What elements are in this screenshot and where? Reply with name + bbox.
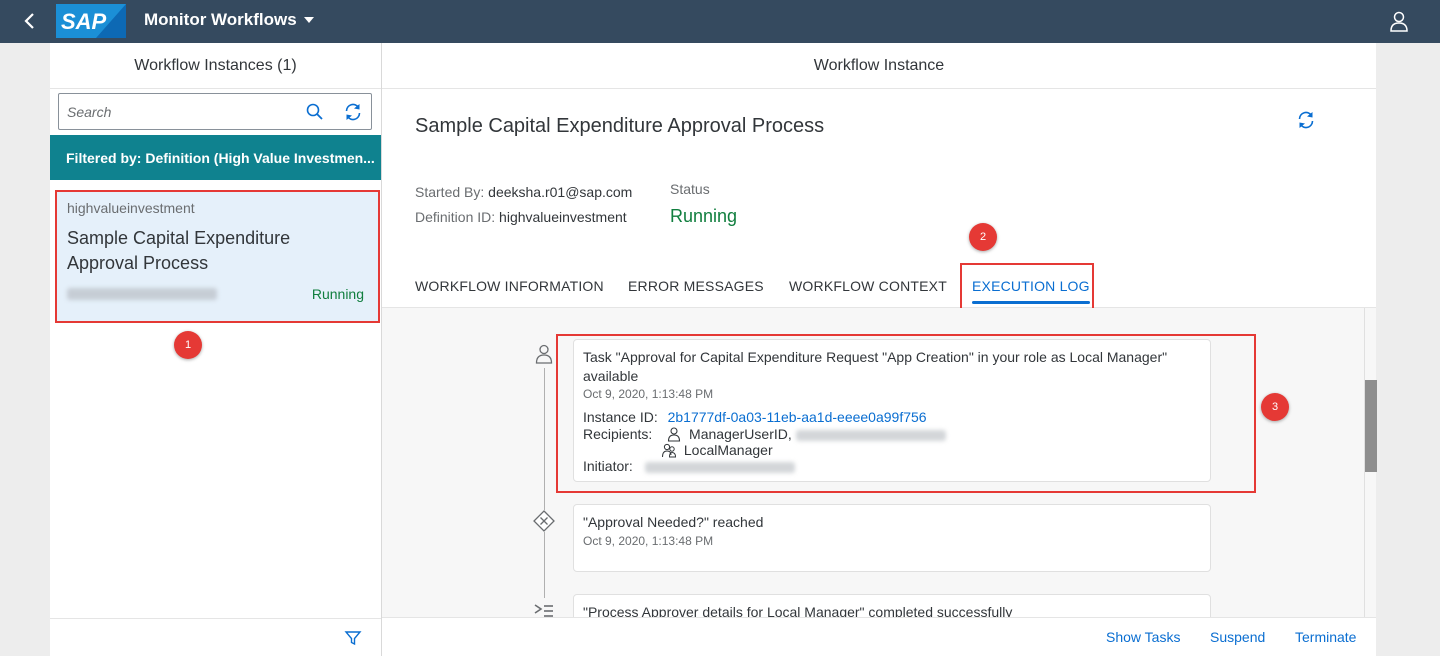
annotation-marker-3: 3	[1261, 393, 1289, 421]
back-arrow-icon[interactable]	[18, 9, 42, 33]
detail-footer: Show Tasks Suspend Terminate	[382, 617, 1376, 656]
master-footer	[50, 618, 381, 656]
master-pane: Workflow Instances (1) Filtered by: Defi…	[50, 43, 382, 656]
scrollbar-thumb[interactable]	[1365, 380, 1377, 472]
refresh-icon[interactable]	[1296, 110, 1316, 130]
search-icon[interactable]	[305, 102, 325, 122]
show-tasks-button[interactable]: Show Tasks	[1106, 629, 1180, 645]
user-icon[interactable]	[1388, 10, 1410, 32]
list-item[interactable]: highvalueinvestment Sample Capital Expen…	[55, 190, 380, 323]
terminate-button[interactable]: Terminate	[1295, 629, 1356, 645]
detail-pane: Workflow Instance Sample Capital Expendi…	[382, 43, 1377, 656]
refresh-icon[interactable]	[343, 102, 363, 122]
user-task-icon	[533, 343, 555, 365]
item-status: Running	[311, 286, 364, 302]
search-input[interactable]	[67, 101, 292, 123]
vertical-scrollbar[interactable]	[1364, 308, 1377, 617]
status-label: Status	[670, 181, 710, 197]
filter-icon[interactable]	[344, 629, 362, 647]
tab-workflow-context[interactable]: WORKFLOW CONTEXT	[789, 264, 947, 308]
item-definition: highvalueinvestment	[67, 200, 195, 216]
shell-bar: SAP Monitor Workflows	[0, 0, 1440, 43]
execution-log: Task "Approval for Capital Expenditure R…	[382, 308, 1364, 617]
definition-value: highvalueinvestment	[499, 209, 627, 225]
chevron-down-icon	[303, 17, 314, 23]
master-header: Workflow Instances (1)	[50, 43, 381, 89]
timeline-line	[544, 368, 545, 598]
started-by: Started By: deeksha.r01@sap.com	[415, 184, 632, 200]
item-redacted-email	[67, 288, 217, 300]
log-entry-card: "Process Approver details for Local Mana…	[573, 594, 1211, 617]
started-by-value: deeksha.r01@sap.com	[488, 184, 633, 200]
started-by-label: Started By:	[415, 184, 485, 200]
search-field[interactable]	[58, 93, 372, 130]
tab-workflow-information[interactable]: WORKFLOW INFORMATION	[415, 264, 604, 308]
sap-logo: SAP	[56, 4, 126, 38]
annotation-marker-2: 2	[969, 223, 997, 251]
log-entry-card: "Approval Needed?" reached Oct 9, 2020, …	[573, 504, 1211, 572]
detail-header: Workflow Instance	[382, 43, 1376, 89]
filter-info-bar[interactable]: Filtered by: Definition (High Value Inve…	[50, 135, 381, 180]
tab-bar: WORKFLOW INFORMATION ERROR MESSAGES WORK…	[382, 264, 1376, 308]
gateway-icon	[533, 510, 555, 532]
log-entry-text: "Process Approver details for Local Mana…	[583, 604, 1013, 617]
suspend-button[interactable]: Suspend	[1210, 629, 1265, 645]
script-task-icon	[533, 601, 555, 617]
log-highlight-box	[556, 334, 1256, 493]
definition-label: Definition ID:	[415, 209, 496, 225]
app-title-menu[interactable]: Monitor Workflows	[144, 10, 315, 30]
sap-logo-text: SAP	[61, 9, 107, 34]
annotation-marker-1: 1	[174, 331, 202, 359]
page-title: Sample Capital Expenditure Approval Proc…	[415, 115, 825, 137]
app-title: Monitor Workflows	[144, 10, 297, 29]
item-title: Sample Capital Expenditure Approval Proc…	[67, 228, 291, 273]
log-entry-text: "Approval Needed?" reached	[583, 514, 764, 530]
status-value: Running	[670, 206, 738, 226]
tab-error-messages[interactable]: ERROR MESSAGES	[628, 264, 764, 308]
definition-id: Definition ID: highvalueinvestment	[415, 209, 627, 225]
log-entry-time: Oct 9, 2020, 1:13:48 PM	[583, 534, 714, 548]
